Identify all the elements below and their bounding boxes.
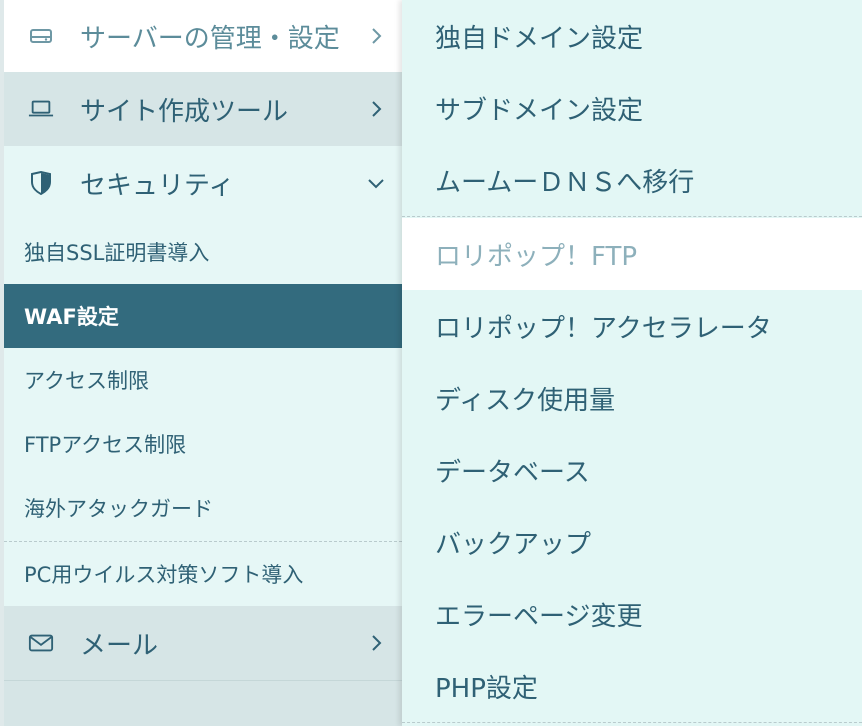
sidebar-category-site-tools[interactable]: サイト作成ツール bbox=[0, 72, 402, 146]
sidebar-item-ftp-access-restriction[interactable]: FTPアクセス制限 bbox=[4, 412, 402, 476]
flyout-item-error-page[interactable]: エラーページ変更 bbox=[402, 578, 862, 650]
sidebar-category-label: メール bbox=[80, 630, 159, 661]
chevron-right-icon bbox=[366, 99, 386, 119]
sidebar-category-next[interactable] bbox=[0, 680, 402, 726]
sidebar-category-mail[interactable]: メール bbox=[0, 606, 402, 680]
flyout-item-custom-domain[interactable]: 独自ドメイン設定 bbox=[402, 0, 862, 72]
flyout-item-lolipop-ftp[interactable]: ロリポップ！FTP bbox=[402, 218, 862, 290]
flyout-menu: 独自ドメイン設定 サブドメイン設定 ムームーＤＮＳへ移行 ロリポップ！FTP ロ… bbox=[402, 0, 862, 726]
sidebar-category-label: サーバーの管理・設定 bbox=[80, 23, 340, 54]
flyout-item-database[interactable]: データベース bbox=[402, 434, 862, 506]
chevron-right-icon bbox=[366, 633, 386, 653]
sidebar-edge bbox=[0, 0, 4, 726]
flyout-item-lolipop-accelerator[interactable]: ロリポップ！アクセラレータ bbox=[402, 290, 862, 362]
sidebar-item-pc-antivirus[interactable]: PC用ウイルス対策ソフト導入 bbox=[4, 542, 402, 606]
flyout-item-subdomain[interactable]: サブドメイン設定 bbox=[402, 72, 862, 144]
sidebar-category-label: サイト作成ツール bbox=[80, 96, 289, 127]
flyout-item-php-settings[interactable]: PHP設定 bbox=[402, 650, 862, 722]
flyout-item-muumuu-dns[interactable]: ムームーＤＮＳへ移行 bbox=[402, 144, 862, 216]
flyout-item-backup[interactable]: バックアップ bbox=[402, 506, 862, 578]
sidebar-item-overseas-attack-guard[interactable]: 海外アタックガード bbox=[4, 476, 402, 540]
server-icon bbox=[28, 23, 54, 49]
sidebar-item-access-restriction[interactable]: アクセス制限 bbox=[4, 348, 402, 412]
sidebar: サーバーの管理・設定 サイト作成ツール セキュリティ 独自SSL証明書導入 WA… bbox=[0, 0, 402, 726]
sidebar-category-server[interactable]: サーバーの管理・設定 bbox=[0, 0, 402, 72]
sidebar-category-label: セキュリティ bbox=[80, 170, 235, 201]
sidebar-item-waf[interactable]: WAF設定 bbox=[4, 284, 402, 348]
mail-icon bbox=[28, 630, 54, 656]
sidebar-item-ssl[interactable]: 独自SSL証明書導入 bbox=[4, 220, 402, 284]
flyout-divider bbox=[402, 722, 862, 723]
chevron-down-icon bbox=[366, 173, 386, 193]
flyout-item-disk-usage[interactable]: ディスク使用量 bbox=[402, 362, 862, 434]
sidebar-category-security[interactable]: セキュリティ bbox=[0, 146, 402, 220]
shield-icon bbox=[28, 170, 54, 196]
flyout-divider bbox=[402, 216, 862, 217]
chevron-right-icon bbox=[366, 26, 386, 46]
laptop-icon bbox=[28, 96, 54, 122]
